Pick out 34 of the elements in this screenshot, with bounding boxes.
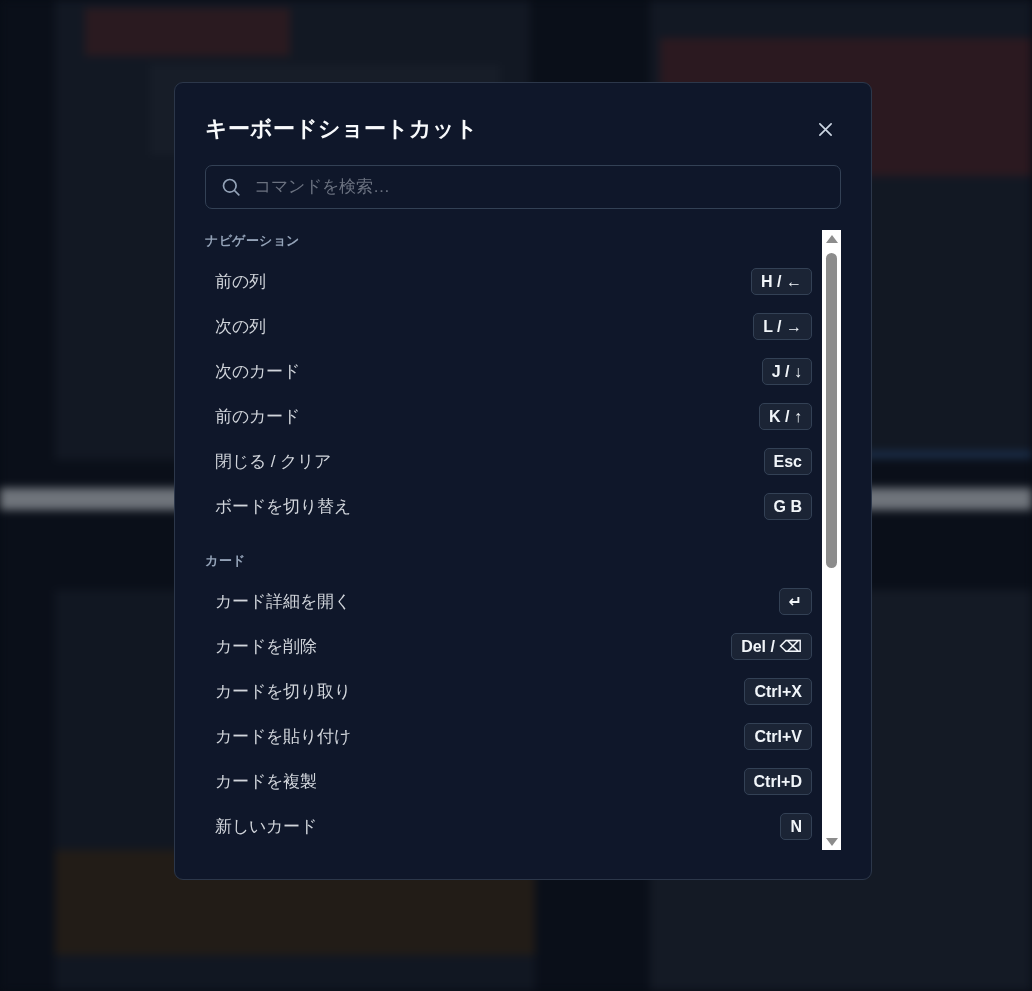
search-icon xyxy=(222,178,240,196)
scrollbar[interactable] xyxy=(822,230,841,850)
caret-up-icon[interactable] xyxy=(825,235,838,243)
shortcut-label: 前の列 xyxy=(215,271,266,293)
shortcut-label: 閉じる / クリア xyxy=(215,451,332,473)
shortcut-keys: Ctrl+D xyxy=(743,768,812,795)
shortcut-label: カードを貼り付け xyxy=(215,726,351,748)
close-icon xyxy=(817,121,833,137)
caret-down-icon[interactable] xyxy=(825,838,838,846)
shortcut-label: カードを切り取り xyxy=(215,681,351,703)
shortcut-keys: G B xyxy=(763,493,812,520)
shortcut-keys: Del / ⌫ xyxy=(731,633,812,660)
search-field[interactable]: コマンドを検索… xyxy=(205,165,841,209)
shortcut-label: カードを削除 xyxy=(215,636,317,658)
shortcut-keys: Esc xyxy=(763,448,812,475)
shortcut-label: カード詳細を開く xyxy=(215,591,351,613)
shortcut-keys: J / ↓ xyxy=(761,358,812,385)
scrollbar-thumb[interactable] xyxy=(826,253,837,568)
shortcut-label: 次のカード xyxy=(215,361,300,383)
shortcut-keys: L / → xyxy=(753,313,812,340)
shortcut-keys: ↵ xyxy=(778,588,812,615)
shortcut-label: 新しいカード xyxy=(215,816,317,838)
shortcut-keys: Ctrl+V xyxy=(744,723,812,750)
section-heading: ナビゲーション xyxy=(205,232,300,250)
shortcut-keys: H / ← xyxy=(751,268,812,295)
shortcut-label: 前のカード xyxy=(215,406,300,428)
shortcut-keys: Ctrl+X xyxy=(744,678,812,705)
section-heading: カード xyxy=(205,552,246,570)
shortcut-label: ボードを切り替え xyxy=(215,496,351,518)
shortcut-label: 次の列 xyxy=(215,316,266,338)
dialog-title: キーボードショートカット xyxy=(205,115,478,143)
shortcut-keys: N xyxy=(780,813,812,840)
shortcut-keys: K / ↑ xyxy=(759,403,812,430)
shortcut-label: カードを複製 xyxy=(215,771,317,793)
